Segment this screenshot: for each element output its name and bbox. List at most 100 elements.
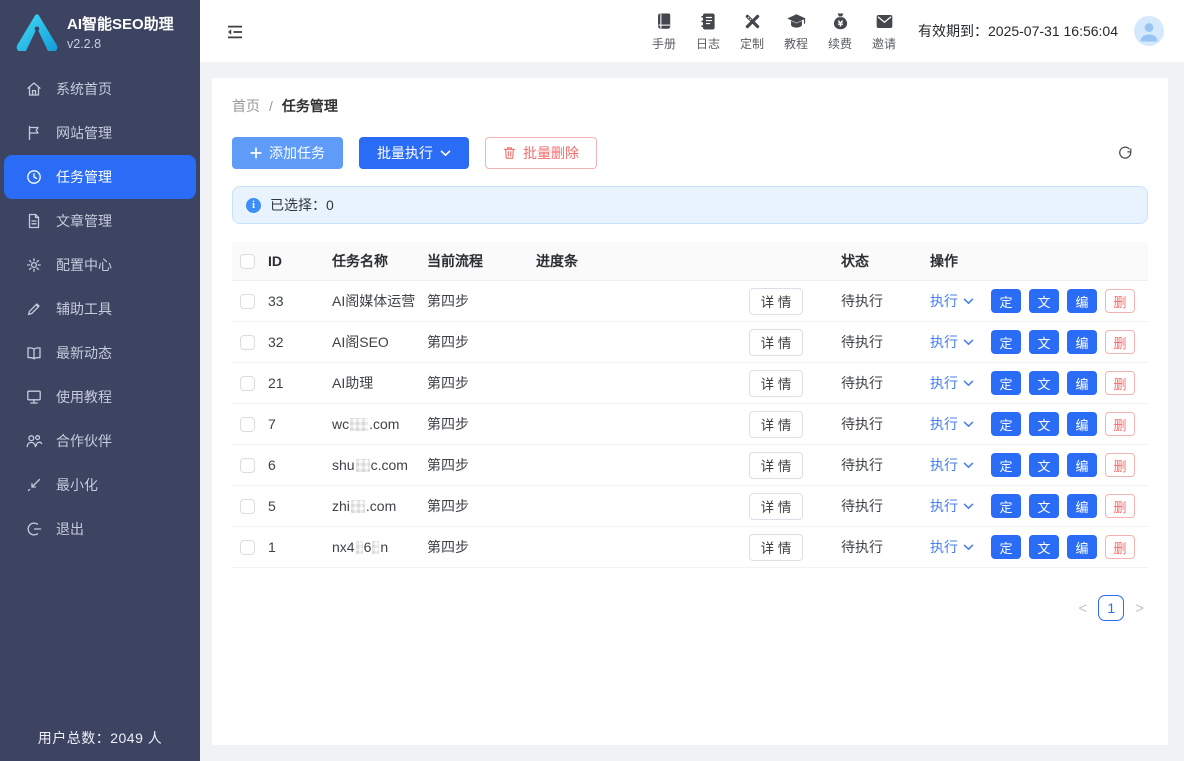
task-name-text: nx4 xyxy=(332,539,355,555)
info-icon: i xyxy=(246,198,261,213)
table-header-row: ID 任务名称 当前流程 进度条 状态 操作 xyxy=(232,242,1148,281)
sidebar-item-config[interactable]: 配置中心 xyxy=(4,243,196,287)
schedule-button[interactable]: 定 xyxy=(991,535,1021,559)
edit-button[interactable]: 编 xyxy=(1067,453,1097,477)
header-current-flow: 当前流程 xyxy=(427,251,536,271)
detail-button[interactable]: 详 情 xyxy=(749,534,804,561)
sidebar-item-home[interactable]: 系统首页 xyxy=(4,67,196,111)
task-flow: 第四步 xyxy=(427,455,536,475)
row-checkbox[interactable] xyxy=(240,294,255,309)
page-number[interactable]: 1 xyxy=(1098,595,1124,621)
delete-button[interactable]: 删 xyxy=(1105,330,1135,354)
batch-execute-button[interactable]: 批量执行 xyxy=(359,137,469,169)
edit-button[interactable]: 编 xyxy=(1067,412,1097,436)
schedule-button[interactable]: 定 xyxy=(991,371,1021,395)
article-button[interactable]: 文 xyxy=(1029,330,1059,354)
detail-button[interactable]: 详 情 xyxy=(749,411,804,438)
prev-page-button[interactable]: < xyxy=(1078,601,1087,616)
edit-button[interactable]: 编 xyxy=(1067,535,1097,559)
home-icon xyxy=(25,80,43,98)
task-id: 1 xyxy=(268,539,332,555)
sidebar-item-tutorial[interactable]: 使用教程 xyxy=(4,375,196,419)
sidebar-item-partner[interactable]: 合作伙伴 xyxy=(4,419,196,463)
task-name: zhi.com xyxy=(332,498,427,514)
article-button[interactable]: 文 xyxy=(1029,494,1059,518)
execute-dropdown[interactable]: 执行 xyxy=(930,414,974,434)
article-button[interactable]: 文 xyxy=(1029,453,1059,477)
topbar-action-log[interactable]: 日志 xyxy=(690,11,726,52)
collapse-sidebar-icon[interactable] xyxy=(224,21,246,43)
sidebar-item-article[interactable]: 文章管理 xyxy=(4,199,196,243)
schedule-button[interactable]: 定 xyxy=(991,453,1021,477)
detail-button[interactable]: 详 情 xyxy=(749,288,804,315)
article-button[interactable]: 文 xyxy=(1029,289,1059,313)
edit-button[interactable]: 编 xyxy=(1067,289,1097,313)
delete-button[interactable]: 删 xyxy=(1105,371,1135,395)
row-checkbox[interactable] xyxy=(240,458,255,473)
sidebar-item-minimize[interactable]: 最小化 xyxy=(4,463,196,507)
row-checkbox[interactable] xyxy=(240,417,255,432)
row-checkbox[interactable] xyxy=(240,376,255,391)
header-task-name: 任务名称 xyxy=(332,251,427,271)
tutorial-icon xyxy=(25,388,43,406)
edit-button[interactable]: 编 xyxy=(1067,494,1097,518)
topbar-right: 手册日志定制教程¥续费邀请 有效期到：2025-07-31 16:56:04 xyxy=(646,11,1164,52)
breadcrumb-home[interactable]: 首页 xyxy=(232,96,260,116)
delete-button[interactable]: 删 xyxy=(1105,412,1135,436)
sidebar-item-label: 最新动态 xyxy=(56,343,112,363)
task-flow: 第四步 xyxy=(427,373,536,393)
batch-delete-button[interactable]: 批量删除 xyxy=(485,137,597,169)
execute-dropdown[interactable]: 执行 xyxy=(930,496,974,516)
article-button[interactable]: 文 xyxy=(1029,535,1059,559)
delete-button[interactable]: 删 xyxy=(1105,453,1135,477)
task-id: 7 xyxy=(268,416,332,432)
task-flow: 第四步 xyxy=(427,496,536,516)
topbar-action-invite[interactable]: 邀请 xyxy=(866,11,902,52)
execute-dropdown[interactable]: 执行 xyxy=(930,455,974,475)
select-all-checkbox[interactable] xyxy=(240,254,255,269)
topbar-action-renew[interactable]: ¥续费 xyxy=(822,11,858,52)
header-id: ID xyxy=(268,253,332,269)
avatar[interactable] xyxy=(1134,16,1164,46)
topbar-action-manual[interactable]: 手册 xyxy=(646,11,682,52)
table-row: 7wc.com第四步详 情待执行执行定文编删 xyxy=(232,404,1148,445)
breadcrumb-separator: / xyxy=(269,98,273,114)
article-button[interactable]: 文 xyxy=(1029,412,1059,436)
row-checkbox[interactable] xyxy=(240,540,255,555)
delete-button[interactable]: 删 xyxy=(1105,289,1135,313)
edit-button[interactable]: 编 xyxy=(1067,371,1097,395)
schedule-button[interactable]: 定 xyxy=(991,494,1021,518)
schedule-button[interactable]: 定 xyxy=(991,289,1021,313)
task-name-text: zhi xyxy=(332,498,350,514)
execute-dropdown[interactable]: 执行 xyxy=(930,537,974,557)
article-button[interactable]: 文 xyxy=(1029,371,1059,395)
detail-button[interactable]: 详 情 xyxy=(749,452,804,479)
next-page-button[interactable]: > xyxy=(1135,601,1144,616)
row-checkbox[interactable] xyxy=(240,499,255,514)
sidebar-item-site[interactable]: 网站管理 xyxy=(4,111,196,155)
add-task-button[interactable]: 添加任务 xyxy=(232,137,343,169)
execute-label: 执行 xyxy=(930,332,958,352)
execute-dropdown[interactable]: 执行 xyxy=(930,373,974,393)
row-checkbox[interactable] xyxy=(240,335,255,350)
edit-button[interactable]: 编 xyxy=(1067,330,1097,354)
schedule-button[interactable]: 定 xyxy=(991,412,1021,436)
refresh-icon[interactable] xyxy=(1117,145,1134,162)
schedule-button[interactable]: 定 xyxy=(991,330,1021,354)
execute-dropdown[interactable]: 执行 xyxy=(930,332,974,352)
breadcrumb-current: 任务管理 xyxy=(282,96,338,116)
detail-button[interactable]: 详 情 xyxy=(749,493,804,520)
execute-dropdown[interactable]: 执行 xyxy=(930,291,974,311)
sidebar-item-tools[interactable]: 辅助工具 xyxy=(4,287,196,331)
topbar-action-custom[interactable]: 定制 xyxy=(734,11,770,52)
sidebar-item-logout[interactable]: 退出 xyxy=(4,507,196,551)
delete-button[interactable]: 删 xyxy=(1105,535,1135,559)
delete-button[interactable]: 删 xyxy=(1105,494,1135,518)
topbar-action-course[interactable]: 教程 xyxy=(778,11,814,52)
content-card: 首页 / 任务管理 添加任务 批量执行 xyxy=(212,78,1168,745)
detail-button[interactable]: 详 情 xyxy=(749,370,804,397)
status-text: 待执行 xyxy=(841,496,924,516)
sidebar-item-task[interactable]: 任务管理 xyxy=(4,155,196,199)
detail-button[interactable]: 详 情 xyxy=(749,329,804,356)
sidebar-item-news[interactable]: 最新动态 xyxy=(4,331,196,375)
